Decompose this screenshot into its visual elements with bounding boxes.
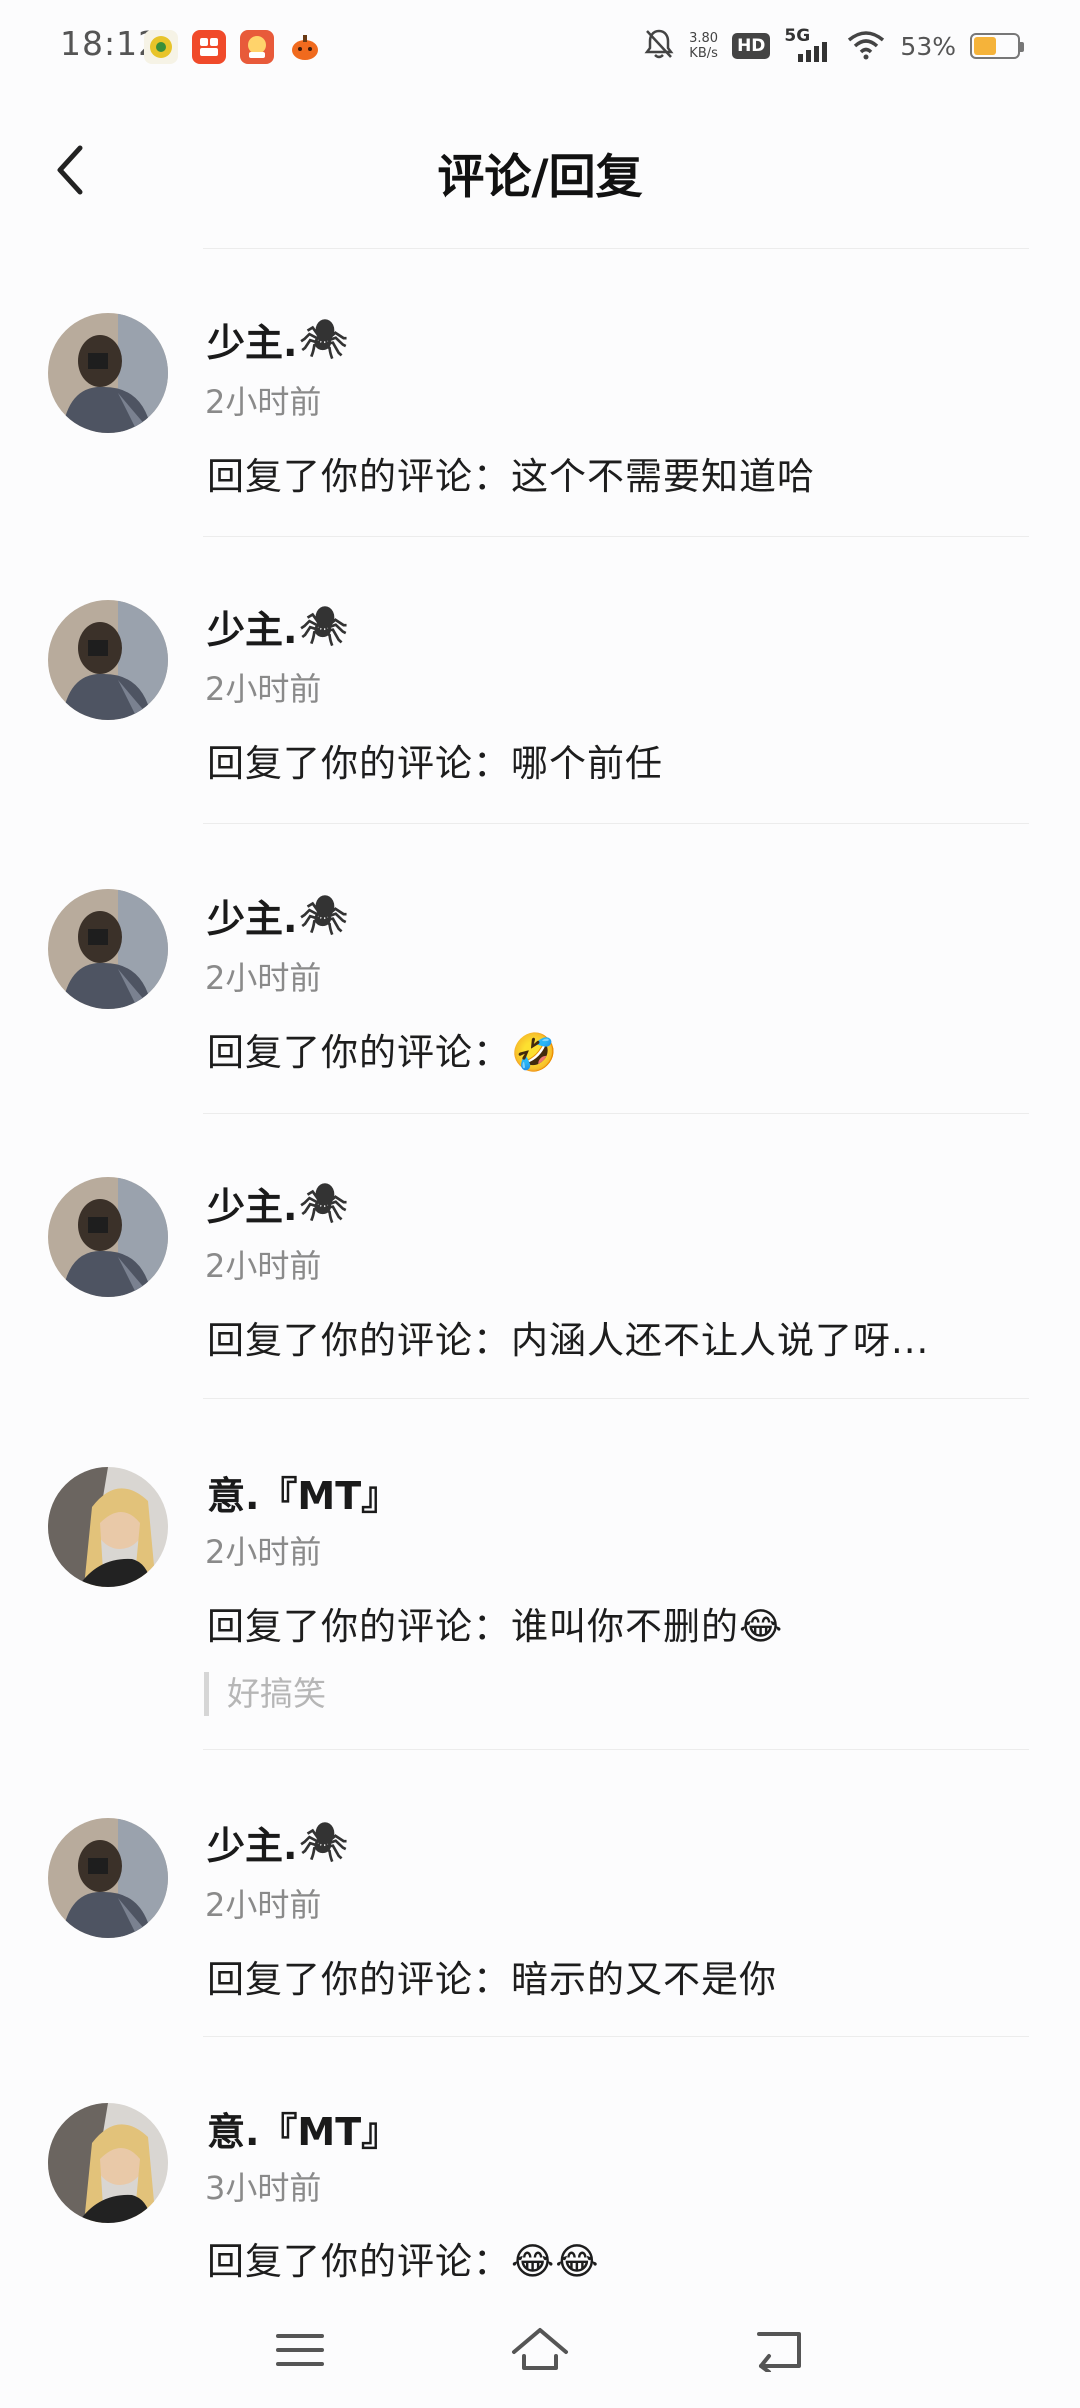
username-text: 少主. [207,897,298,941]
system-navigation-bar [0,2290,1080,2408]
avatar[interactable] [48,313,168,433]
username[interactable]: 少主. 🕷 [207,312,348,367]
mute-bell-icon [643,27,675,65]
home-button[interactable] [495,2310,585,2390]
spider-icon: 🕷 [299,317,348,361]
spider-icon: 🕷 [299,604,348,648]
username[interactable]: 少主. 🕷 [207,888,348,943]
back-icon [757,2332,801,2372]
battery-icon [970,33,1024,59]
username-text: 少主. [207,1185,298,1229]
menu-icon [276,2334,324,2366]
username-text: 意.『MT』 [207,1474,400,1518]
list-item[interactable]: 少主. 🕷 2小时前 回复了你的评论：暗示的又不是你 [0,1750,1080,2037]
divider [203,248,1029,249]
username[interactable]: 意.『MT』 [207,2101,399,2156]
timestamp: 2小时前 [205,670,322,708]
spider-icon: 🕷 [299,1820,348,1864]
list-item[interactable]: 少主. 🕷 2小时前 回复了你的评论：这个不需要知道哈 [0,250,1080,537]
avatar[interactable] [48,1177,168,1297]
quoted-comment: 好搞笑 [204,1672,326,1716]
battery-level [974,37,996,55]
app-notification-icon [192,30,226,64]
page-title: 评论/回复 [437,150,643,205]
avatar[interactable] [48,2103,168,2223]
reply-text: 回复了你的评论：这个不需要知道哈 [207,455,815,498]
reply-text: 回复了你的评论：谁叫你不删的😂 [207,1605,784,1648]
username-text: 意.『MT』 [207,2110,400,2154]
app-notification-icon [288,30,322,64]
header: 评论/回复 [0,100,1080,249]
list-item[interactable]: 意.『MT』 3小时前 回复了你的评论：😂😂 [0,2037,1080,2327]
list-item[interactable]: 意.『MT』 2小时前 回复了你的评论：谁叫你不删的😂 好搞笑 [0,1399,1080,1750]
avatar[interactable] [48,600,168,720]
username[interactable]: 少主. 🕷 [207,1815,348,1870]
spider-icon: 🕷 [299,893,348,937]
username-text: 少主. [207,608,298,652]
timestamp: 2小时前 [205,1886,322,1924]
username[interactable]: 意.『MT』 [207,1465,399,1520]
network-speed-value: 3.80 [689,31,719,46]
status-bar: 18:12 3.80 KB/s HD 5G 53% [0,0,1080,100]
battery-percent: 53% [900,31,956,61]
comment-reply-list: 少主. 🕷 2小时前 回复了你的评论：这个不需要知道哈 少主. 🕷 2小时前 回… [0,250,1080,2327]
reply-text: 回复了你的评论：内涵人还不让人说了呀... [207,1319,930,1362]
menu-button[interactable] [255,2310,345,2390]
network-speed: 3.80 KB/s [689,31,718,61]
timestamp: 2小时前 [205,1247,322,1285]
username-text: 少主. [207,321,298,365]
hd-badge: HD [732,33,771,59]
reply-text: 回复了你的评论：哪个前任 [207,742,663,785]
network-speed-unit: KB/s [689,46,718,61]
status-indicators: 3.80 KB/s HD 5G 53% [643,26,1024,66]
back-nav-button[interactable] [735,2310,825,2390]
cellular-signal-icon: 5G [784,26,832,66]
reply-text: 回复了你的评论：🤣 [207,1031,559,1074]
spider-icon: 🕷 [299,1181,348,1225]
username[interactable]: 少主. 🕷 [207,1176,348,1231]
notification-app-icons [144,30,322,64]
timestamp: 2小时前 [205,1533,322,1571]
username-text: 少主. [207,1824,298,1868]
list-item[interactable]: 少主. 🕷 2小时前 回复了你的评论：哪个前任 [0,537,1080,824]
app-notification-icon [144,30,178,64]
timestamp: 3小时前 [205,2169,322,2207]
list-item[interactable]: 少主. 🕷 2小时前 回复了你的评论：🤣 [0,824,1080,1114]
reply-text: 回复了你的评论：暗示的又不是你 [207,1958,777,2001]
avatar[interactable] [48,889,168,1009]
avatar[interactable] [48,1467,168,1587]
timestamp: 2小时前 [205,959,322,997]
wifi-icon [846,28,886,64]
username[interactable]: 少主. 🕷 [207,599,348,654]
avatar[interactable] [48,1818,168,1938]
reply-text: 回复了你的评论：😂😂 [207,2240,600,2283]
home-icon [512,2328,568,2370]
timestamp: 2小时前 [205,383,322,421]
list-item[interactable]: 少主. 🕷 2小时前 回复了你的评论：内涵人还不让人说了呀... [0,1114,1080,1399]
app-notification-icon [240,30,274,64]
